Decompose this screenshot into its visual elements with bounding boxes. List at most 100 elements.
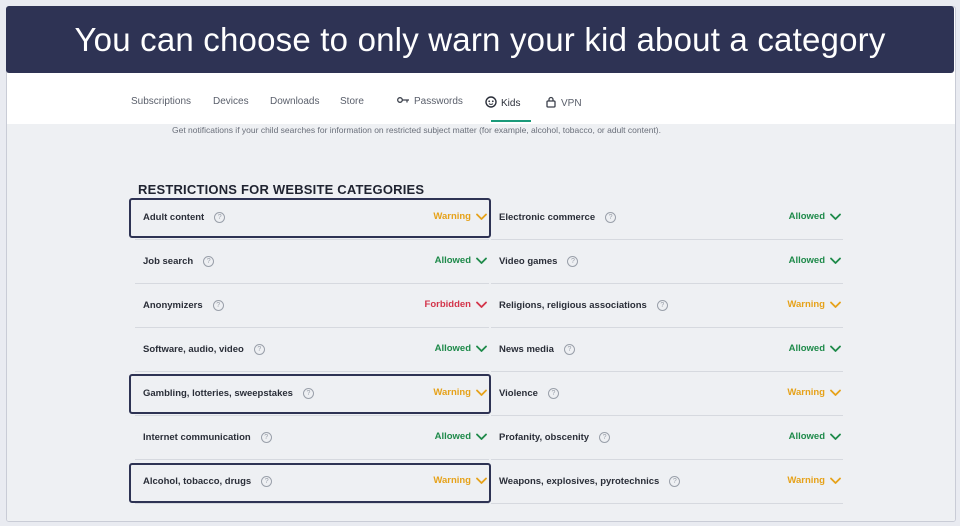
category-row: Anonymizers? Forbidden [135,284,489,328]
category-row: Profanity, obscenity? Allowed [491,416,843,460]
category-label: Violence [499,388,538,399]
help-icon[interactable]: ? [669,476,681,487]
active-tab-indicator [491,120,531,122]
nav-item-store[interactable]: Store [340,96,364,107]
chevron-down-icon [830,389,841,397]
category-label: Video games [499,256,558,267]
help-icon[interactable]: ? [214,212,226,223]
category-label: Anonymizers [143,300,203,311]
chevron-down-icon [830,477,841,485]
chevron-down-icon [476,301,487,309]
help-icon[interactable]: ? [212,300,224,311]
category-label: Electronic commerce [499,212,596,223]
kids-icon [485,96,497,111]
status-label: Warning [433,387,471,398]
banner-text: You can choose to only warn your kid abo… [74,20,886,58]
help-icon[interactable]: ? [567,256,579,267]
chevron-down-icon [830,213,841,221]
status-dropdown[interactable]: Warning [433,211,487,222]
status-label: Warning [433,475,471,486]
help-icon[interactable]: ? [605,212,617,223]
help-icon[interactable]: ? [261,476,273,487]
chevron-down-icon [476,389,487,397]
status-dropdown[interactable]: Warning [787,475,841,486]
category-label: Job search [143,256,194,267]
status-dropdown[interactable]: Allowed [789,343,841,354]
notice-text: Get notifications if your child searches… [172,125,661,135]
app-window: Subscriptions Devices Downloads Store Pa… [6,6,956,522]
chevron-down-icon [476,345,487,353]
section-title: RESTRICTIONS FOR WEBSITE CATEGORIES [138,182,425,197]
nav-item-label: Subscriptions [131,96,192,107]
nav-item-label: Devices [213,96,249,107]
status-dropdown[interactable]: Allowed [435,431,487,442]
chevron-down-icon [476,213,487,221]
status-dropdown[interactable]: Warning [787,387,841,398]
nav-item-devices[interactable]: Devices [213,96,249,107]
nav-item-label: Passwords [414,96,463,107]
status-label: Allowed [788,431,825,442]
help-icon[interactable]: ? [547,388,559,399]
nav-item-subscriptions[interactable]: Subscriptions [131,96,191,107]
help-icon[interactable]: ? [203,256,215,267]
nav-item-label: Downloads [270,96,320,107]
kids-settings-panel: Get notifications if your child searches… [7,124,955,521]
category-row: Violence? Warning [491,372,843,416]
help-icon[interactable]: ? [599,432,611,443]
category-row: Religions, religious associations? Warnin… [491,284,843,328]
help-icon[interactable]: ? [656,300,668,311]
category-label: Gambling, lotteries, sweepstakes [143,388,293,399]
category-row: Gambling, lotteries, sweepstakes? Warning [135,372,489,416]
status-label: Allowed [788,211,825,222]
category-row: Job search? Allowed [135,240,489,284]
category-row: Adult content? Warning [135,196,489,240]
lock-icon [545,96,557,111]
nav-item-downloads[interactable]: Downloads [270,96,319,107]
category-row: News media? Allowed [491,328,843,372]
chevron-down-icon [476,477,487,485]
chevron-down-icon [830,345,841,353]
status-label: Allowed [434,431,471,442]
category-label: Internet communication [143,432,251,443]
category-row: Internet communication? Allowed [135,416,489,460]
status-label: Allowed [788,255,825,266]
status-dropdown[interactable]: Forbidden [425,299,487,310]
caption-banner: You can choose to only warn your kid abo… [6,6,954,73]
category-label: Alcohol, tobacco, drugs [143,476,252,487]
help-icon[interactable]: ? [253,344,265,355]
nav-item-kids[interactable]: Kids [485,96,520,111]
nav-item-label: VPN [561,98,582,109]
status-dropdown[interactable]: Allowed [789,211,841,222]
nav-item-passwords[interactable]: Passwords [397,96,463,107]
nav-item-vpn[interactable]: VPN [545,96,582,111]
status-dropdown[interactable]: Warning [787,299,841,310]
category-label: Weapons, explosives, pyrotechnics [499,476,660,487]
category-row: Software, audio, video? Allowed [135,328,489,372]
status-label: Forbidden [424,299,471,310]
help-icon[interactable]: ? [260,432,272,443]
chevron-down-icon [476,433,487,441]
category-row: Alcohol, tobacco, drugs? Warning [135,460,489,504]
category-label: Religions, religious associations [499,300,647,311]
help-icon[interactable]: ? [302,388,314,399]
nav-item-label: Store [340,96,364,107]
category-label: News media [499,344,554,355]
status-dropdown[interactable]: Warning [433,475,487,486]
category-label: Software, audio, video [143,344,244,355]
status-label: Warning [787,387,825,398]
chevron-down-icon [830,433,841,441]
status-dropdown[interactable]: Allowed [789,255,841,266]
status-dropdown[interactable]: Allowed [789,431,841,442]
status-label: Allowed [788,343,825,354]
category-row: Video games? Allowed [491,240,843,284]
status-label: Allowed [434,255,471,266]
category-row: Weapons, explosives, pyrotechnics? Warnin… [491,460,843,504]
status-dropdown[interactable]: Warning [433,387,487,398]
category-row: Electronic commerce? Allowed [491,196,843,240]
chevron-down-icon [830,301,841,309]
status-dropdown[interactable]: Allowed [435,343,487,354]
status-label: Warning [433,211,471,222]
help-icon[interactable]: ? [563,344,575,355]
key-icon [397,96,410,107]
status-dropdown[interactable]: Allowed [435,255,487,266]
